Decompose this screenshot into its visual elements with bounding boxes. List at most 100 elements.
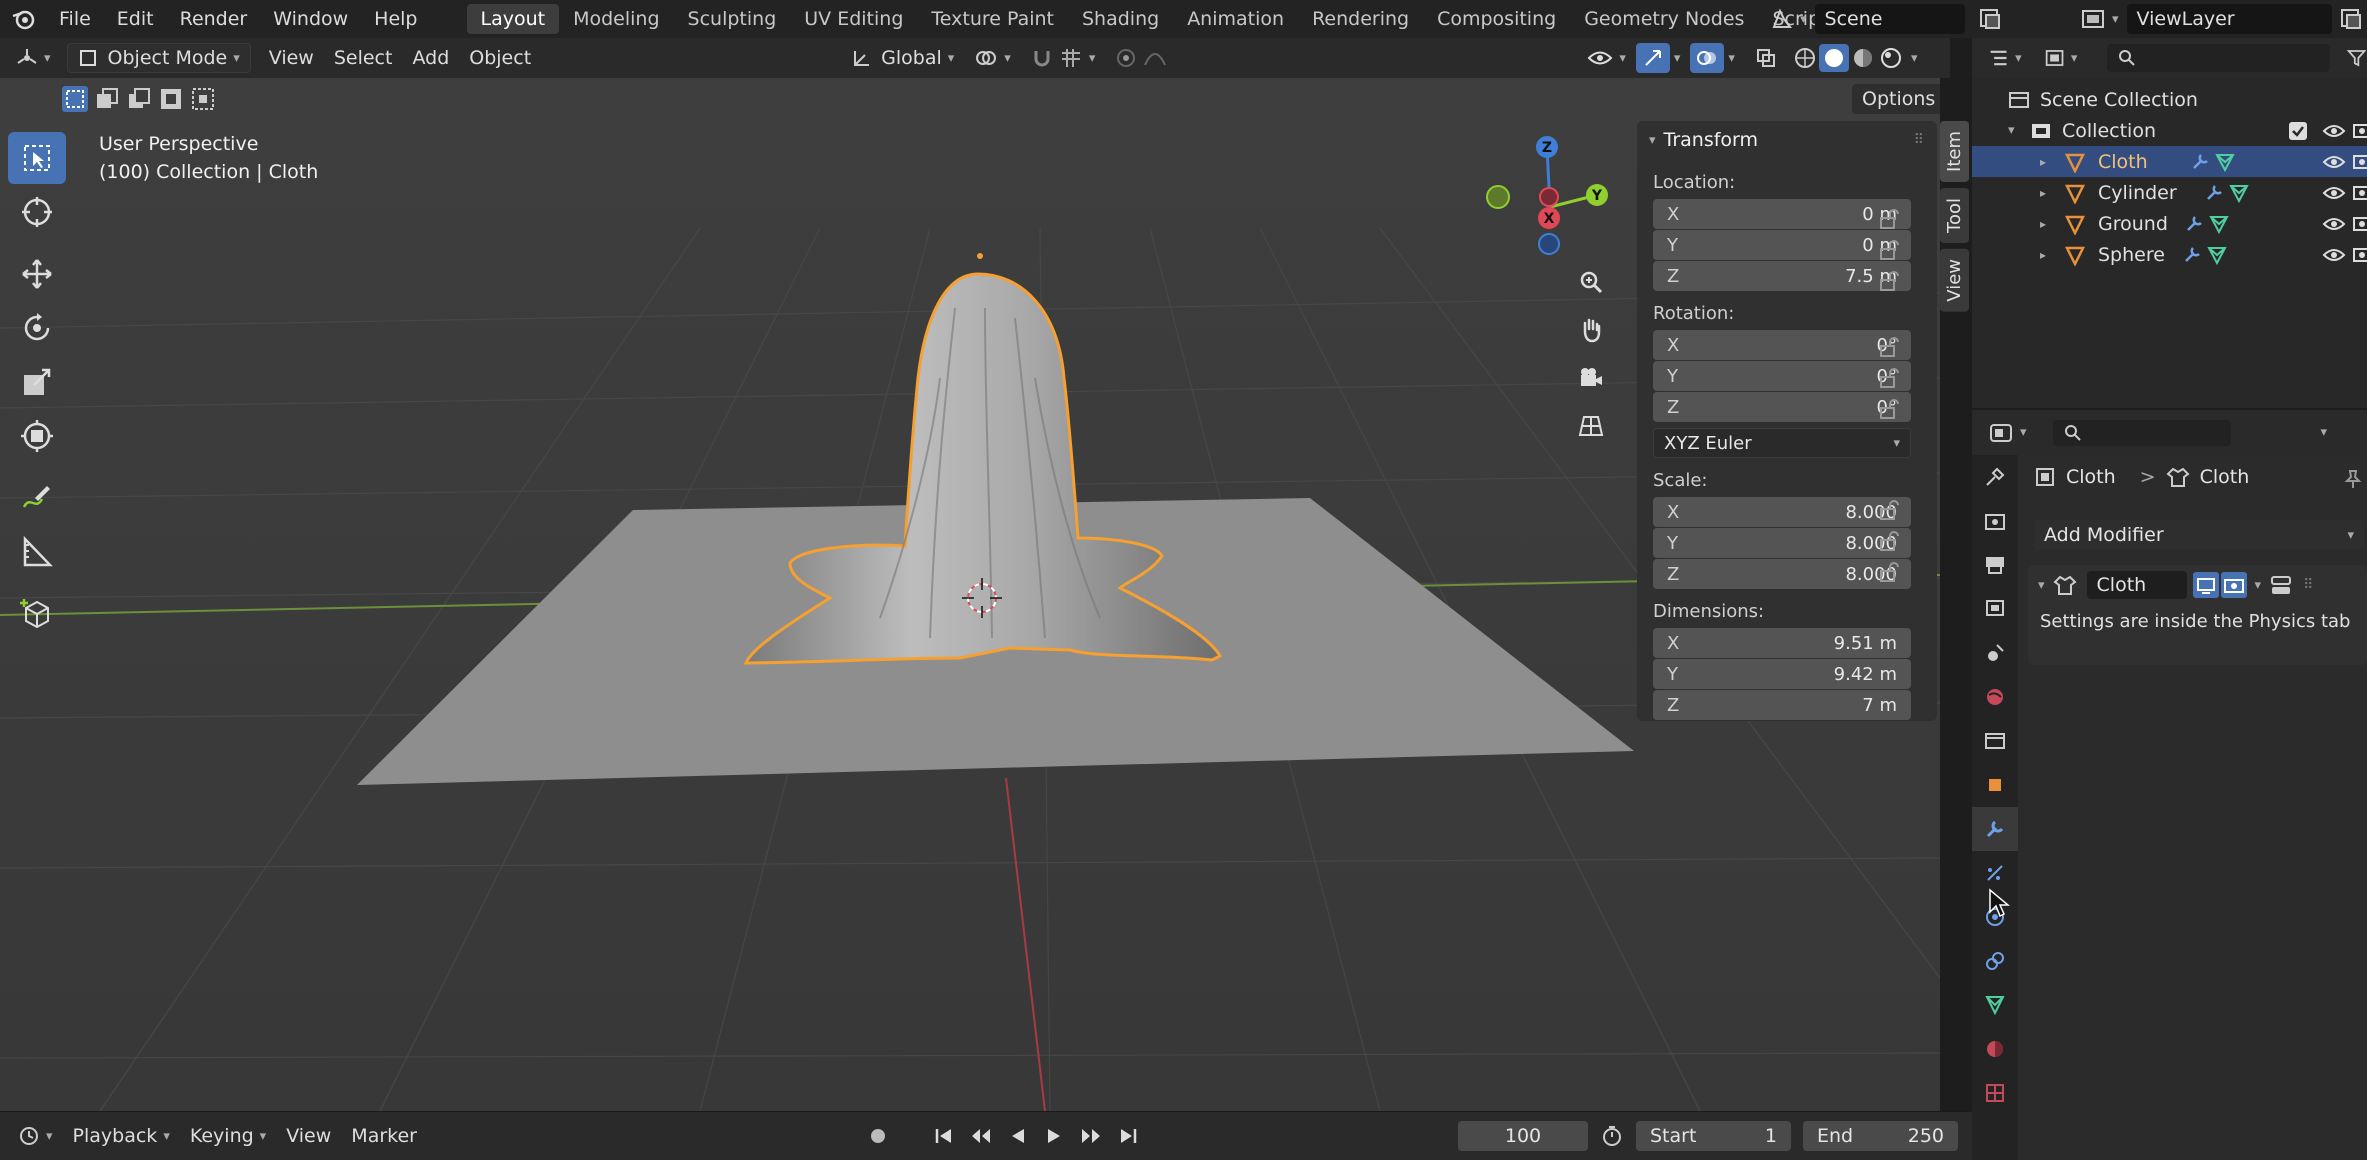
tab-tool[interactable]: Tool xyxy=(1940,187,1969,243)
select-intersect-icon[interactable] xyxy=(190,86,216,112)
chevron-down-icon[interactable]: ▾ xyxy=(2321,425,2328,440)
chevron-right-icon[interactable]: ▸ xyxy=(2040,217,2064,231)
tab-view[interactable]: View xyxy=(1940,248,1969,312)
copy-view-layer-icon[interactable] xyxy=(2338,6,2366,32)
play-icon[interactable] xyxy=(1043,1125,1065,1147)
pin-icon[interactable] xyxy=(2342,468,2364,490)
visibility-eye-icon[interactable] xyxy=(2322,152,2346,172)
tab-shading[interactable]: Shading xyxy=(1068,4,1173,34)
lock-location-z-icon[interactable] xyxy=(1877,270,1901,292)
lock-rotation-y-icon[interactable] xyxy=(1877,367,1901,389)
modifier-tab-icon[interactable] xyxy=(1972,807,2018,851)
location-y-field[interactable]: Y0 m xyxy=(1653,230,1911,260)
timeline-editor-type[interactable]: ▾ xyxy=(8,1121,63,1151)
constraints-tab-icon[interactable] xyxy=(1972,939,2018,983)
tab-texture-paint[interactable]: Texture Paint xyxy=(917,4,1068,34)
lock-scale-y-icon[interactable] xyxy=(1877,530,1901,552)
rotation-z-field[interactable]: Z 0° xyxy=(1653,392,1911,422)
object-visibility-toggle[interactable]: ▾ xyxy=(1577,43,1636,73)
scale-tool[interactable] xyxy=(8,356,66,408)
menu-object[interactable]: Object xyxy=(459,43,541,73)
properties-editor-icon[interactable] xyxy=(1988,422,2014,444)
tab-item[interactable]: Item xyxy=(1940,121,1969,182)
select-invert-icon[interactable] xyxy=(158,86,184,112)
overlays-toggle[interactable] xyxy=(1690,43,1725,73)
jump-to-keyframe-forward-icon[interactable] xyxy=(1079,1125,1103,1147)
scale-z-field[interactable]: Z 8.000 xyxy=(1653,559,1911,589)
render-tab-icon[interactable] xyxy=(1972,499,2018,543)
current-frame-field[interactable]: 100 xyxy=(1458,1121,1588,1151)
outliner-object-cylinder[interactable]: ▸ Cylinder xyxy=(1972,177,2367,208)
modifier-wrench-icon[interactable] xyxy=(2204,183,2224,203)
modifier-wrench-icon[interactable] xyxy=(2182,245,2202,265)
add-cube-tool[interactable] xyxy=(8,588,66,640)
rotate-tool[interactable] xyxy=(8,302,66,354)
menu-edit[interactable]: Edit xyxy=(104,0,167,38)
move-tool[interactable] xyxy=(8,248,66,300)
blender-logo-icon[interactable] xyxy=(0,8,46,30)
mode-selector[interactable]: Object Mode ▾ xyxy=(66,43,251,73)
menu-playback[interactable]: Playback ▾ xyxy=(63,1121,180,1151)
lock-rotation-z-icon[interactable] xyxy=(1877,398,1901,420)
chevron-down-icon[interactable]: ▾ xyxy=(2071,51,2078,66)
menu-timeline-view[interactable]: View xyxy=(276,1121,341,1151)
lock-scale-x-icon[interactable] xyxy=(1877,499,1901,521)
mesh-data-icon[interactable] xyxy=(2206,245,2228,265)
visibility-eye-icon[interactable] xyxy=(2322,121,2346,141)
material-tab-icon[interactable] xyxy=(1972,1027,2018,1071)
tab-animation[interactable]: Animation xyxy=(1173,4,1298,34)
render-camera-icon[interactable] xyxy=(2352,152,2367,172)
transform-tool[interactable] xyxy=(8,410,66,462)
filter-icon[interactable] xyxy=(2346,47,2367,69)
display-mode-icon[interactable] xyxy=(2044,47,2065,69)
lock-scale-z-icon[interactable] xyxy=(1877,561,1901,583)
tab-layout[interactable]: Layout xyxy=(466,4,560,34)
object-tab-icon[interactable] xyxy=(1972,763,2018,807)
chevron-down-icon[interactable]: ▾ xyxy=(2020,425,2027,440)
pivot-point-selector[interactable]: ▾ xyxy=(964,43,1021,73)
scene-selector[interactable]: ▾ Scene xyxy=(1770,4,2005,34)
annotate-tool[interactable] xyxy=(8,472,66,524)
modifier-name-field[interactable]: Cloth xyxy=(2086,571,2187,599)
lock-location-x-icon[interactable] xyxy=(1877,208,1901,230)
xray-toggle[interactable] xyxy=(1745,43,1787,73)
view-layer-tab-icon[interactable] xyxy=(1972,587,2018,631)
tab-modeling[interactable]: Modeling xyxy=(559,4,673,34)
solid-shading-icon[interactable] xyxy=(1818,44,1849,72)
options-dropdown[interactable]: Options▾ xyxy=(1852,84,1940,114)
outliner-collection[interactable]: ▾ Collection xyxy=(1972,115,2367,146)
select-new-icon[interactable] xyxy=(62,86,88,112)
chevron-down-icon[interactable]: ▾ xyxy=(2038,578,2045,593)
select-extend-icon[interactable] xyxy=(94,86,120,112)
chevron-right-icon[interactable]: ▸ xyxy=(2040,248,2064,262)
chevron-down-icon[interactable]: ▾ xyxy=(2255,578,2262,593)
view-layer-name-field[interactable]: ViewLayer xyxy=(2126,4,2332,34)
output-tab-icon[interactable] xyxy=(1972,543,2018,587)
exclude-checkbox[interactable] xyxy=(2288,121,2308,141)
view-layer-selector[interactable]: ▾ ViewLayer xyxy=(2080,4,2366,34)
render-camera-icon[interactable] xyxy=(2352,121,2367,141)
menu-window[interactable]: Window xyxy=(260,0,361,38)
outliner-object-ground[interactable]: ▸ Ground xyxy=(1972,208,2367,239)
scene-name-field[interactable]: Scene xyxy=(1814,4,1965,34)
outliner-object-cloth[interactable]: ▸ Cloth xyxy=(1972,146,2367,177)
properties-search-input[interactable] xyxy=(2052,419,2231,446)
menu-select[interactable]: Select xyxy=(324,43,403,73)
dimensions-y-field[interactable]: Y 9.42 m xyxy=(1653,659,1911,689)
visibility-eye-icon[interactable] xyxy=(2322,183,2346,203)
tab-geometry-nodes[interactable]: Geometry Nodes xyxy=(1570,4,1758,34)
perspective-grid-icon[interactable] xyxy=(1572,407,1610,445)
play-reverse-icon[interactable] xyxy=(1007,1125,1029,1147)
rendered-shading-icon[interactable] xyxy=(1877,45,1905,71)
rotation-x-field[interactable]: X 0° xyxy=(1653,330,1911,360)
collection-tab-icon[interactable] xyxy=(1972,719,2018,763)
location-z-field[interactable]: Z 7.5 m xyxy=(1653,261,1911,291)
scale-x-field[interactable]: X 8.000 xyxy=(1653,497,1911,527)
visibility-eye-icon[interactable] xyxy=(2322,214,2346,234)
jump-to-start-icon[interactable] xyxy=(933,1125,955,1147)
dimensions-z-field[interactable]: Z7 m xyxy=(1653,690,1911,720)
dimensions-x-field[interactable]: X 9.51 m xyxy=(1653,628,1911,658)
chevron-down-icon[interactable]: ▾ xyxy=(1911,51,1918,66)
tab-sculpting[interactable]: Sculpting xyxy=(674,4,791,34)
chevron-right-icon[interactable]: ▸ xyxy=(2040,186,2064,200)
